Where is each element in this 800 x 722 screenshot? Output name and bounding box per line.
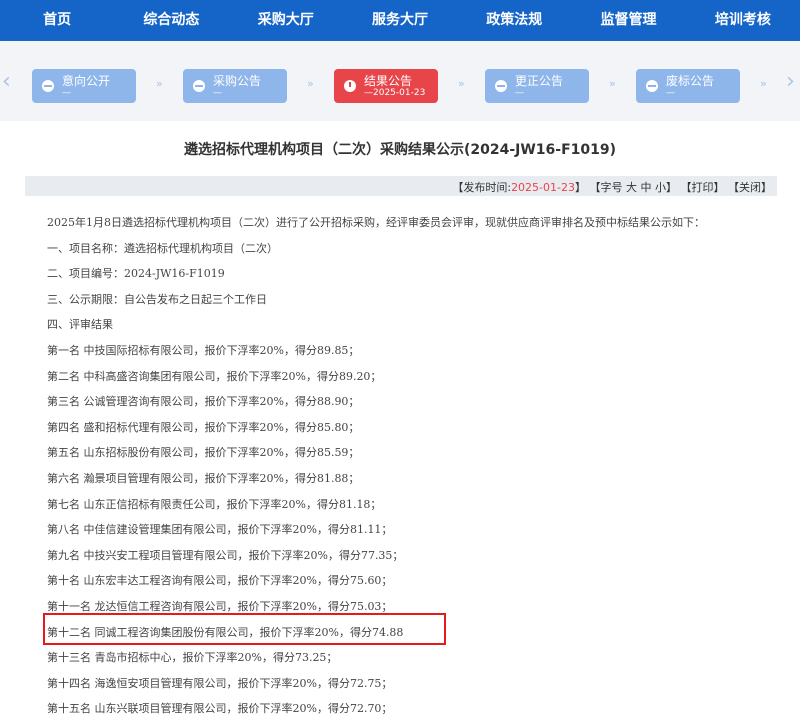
ranking-item: 第十三名 青岛市招标中心，报价下浮率20%，得分73.25； xyxy=(47,651,338,665)
step-label: 废标公告 xyxy=(666,74,715,88)
nav-supervision[interactable]: 监督管理 xyxy=(571,0,685,41)
ranking-item: 第七名 山东正信招标有限责任公司，报价下浮率20%，得分81.18； xyxy=(47,497,382,511)
step-correction-notice[interactable]: 更正公告 — xyxy=(485,69,589,103)
review-results-heading: 四、评审结果 xyxy=(47,318,113,332)
ranking-item: 第六名 瀚景项目管理有限公司，报价下浮率20%，得分81.88； xyxy=(47,471,360,485)
intro-paragraph: 2025年1月8日遴选招标代理机构项目（二次）进行了公开招标采购，经评审委员会评… xyxy=(47,216,705,229)
ranking-item: 第八名 中佳信建设管理集团有限公司，报价下浮率20%，得分81.11； xyxy=(47,523,393,537)
chevron-right-icon: » xyxy=(156,77,163,90)
ranking-item: 第十名 山东宏丰达工程咨询有限公司，报价下浮率20%，得分75.60； xyxy=(47,574,393,588)
clock-icon xyxy=(344,80,356,92)
step-intent[interactable]: 意向公开 — xyxy=(32,69,136,103)
step-date: — xyxy=(62,88,71,98)
scroll-left-icon[interactable]: ‹ xyxy=(2,69,11,94)
step-label: 意向公开 xyxy=(62,74,111,88)
step-label: 采购公告 xyxy=(213,74,262,88)
nav-training[interactable]: 培训考核 xyxy=(686,0,800,41)
process-steps: ‹ 意向公开 — » 采购公告 — » 结果公告 —2025-01-23 » 更… xyxy=(0,41,800,121)
minus-circle-icon xyxy=(193,80,205,92)
ranking-item: 第十四名 海逸恒安项目管理有限公司，报价下浮率20%，得分72.75； xyxy=(47,676,393,690)
nav-service-hall[interactable]: 服务大厅 xyxy=(343,0,457,41)
step-procurement-notice[interactable]: 采购公告 — xyxy=(183,69,287,103)
chevron-right-icon: » xyxy=(307,77,314,90)
minus-circle-icon xyxy=(42,80,54,92)
step-date: —2025-01-23 xyxy=(364,88,426,98)
minus-circle-icon xyxy=(646,80,658,92)
ranking-item: 第二名 中科高盛咨询集团有限公司，报价下浮率20%，得分89.20； xyxy=(47,369,382,383)
step-label: 更正公告 xyxy=(515,74,564,88)
step-cancel-notice[interactable]: 废标公告 — xyxy=(636,69,740,103)
step-result-notice[interactable]: 结果公告 —2025-01-23 xyxy=(334,69,438,103)
chevron-right-icon: » xyxy=(609,77,616,90)
notice-period: 三、公示期限：自公告发布之日起三个工作日 xyxy=(47,292,267,306)
ranking-item: 第三名 公诚管理咨询有限公司，报价下浮率20%，得分88.90； xyxy=(47,395,360,409)
scroll-right-icon[interactable]: › xyxy=(786,69,795,94)
chevron-right-icon: » xyxy=(760,77,767,90)
nav-news[interactable]: 综合动态 xyxy=(114,0,228,41)
ranking-item: 第一名 中技国际招标有限公司，报价下浮率20%，得分89.85； xyxy=(47,343,360,357)
nav-home[interactable]: 首页 xyxy=(0,0,114,41)
publish-time-suffix: 】 xyxy=(575,181,586,194)
nav-procurement-hall[interactable]: 采购大厅 xyxy=(229,0,343,41)
ranking-item: 第十五名 山东兴联项目管理有限公司，报价下浮率20%，得分72.70； xyxy=(47,702,393,716)
highlight-annotation-box xyxy=(43,613,446,645)
minus-circle-icon xyxy=(495,80,507,92)
close-link[interactable]: 【关闭】 xyxy=(728,181,772,194)
font-size-control[interactable]: 【字号 大 中 小】 xyxy=(590,181,678,194)
step-label: 结果公告 xyxy=(364,74,413,88)
project-name: 一、项目名称：遴选招标代理机构项目（二次） xyxy=(47,241,278,255)
publish-time-label: 【发布时间: xyxy=(452,181,512,194)
ranking-item: 第五名 山东招标股份有限公司，报价下浮率20%，得分85.59； xyxy=(47,446,360,460)
page-title: 遴选招标代理机构项目（二次）采购结果公示(2024-JW16-F1019) xyxy=(183,142,617,158)
article-info-bar: 【发布时间:2025-01-23】 【字号 大 中 小】 【打印】 【关闭】 xyxy=(25,176,777,196)
chevron-right-icon: » xyxy=(458,77,465,90)
project-number: 二、项目编号：2024-JW16-F1019 xyxy=(47,267,225,281)
step-date: — xyxy=(213,88,222,98)
publish-date: 2025-01-23 xyxy=(511,181,575,194)
ranking-item: 第九名 中技兴安工程项目管理有限公司，报价下浮率20%，得分77.35； xyxy=(47,548,404,562)
print-link[interactable]: 【打印】 xyxy=(681,181,725,194)
step-date: — xyxy=(515,88,524,98)
ranking-item: 第四名 盛和招标代理有限公司，报价下浮率20%，得分85.80； xyxy=(47,420,360,434)
article-body: 2025年1月8日遴选招标代理机构项目（二次）进行了公开招标采购，经评审委员会评… xyxy=(47,210,787,722)
step-date: — xyxy=(666,88,675,98)
top-nav: 首页 综合动态 采购大厅 服务大厅 政策法规 监督管理 培训考核 xyxy=(0,0,800,41)
nav-policy[interactable]: 政策法规 xyxy=(457,0,571,41)
